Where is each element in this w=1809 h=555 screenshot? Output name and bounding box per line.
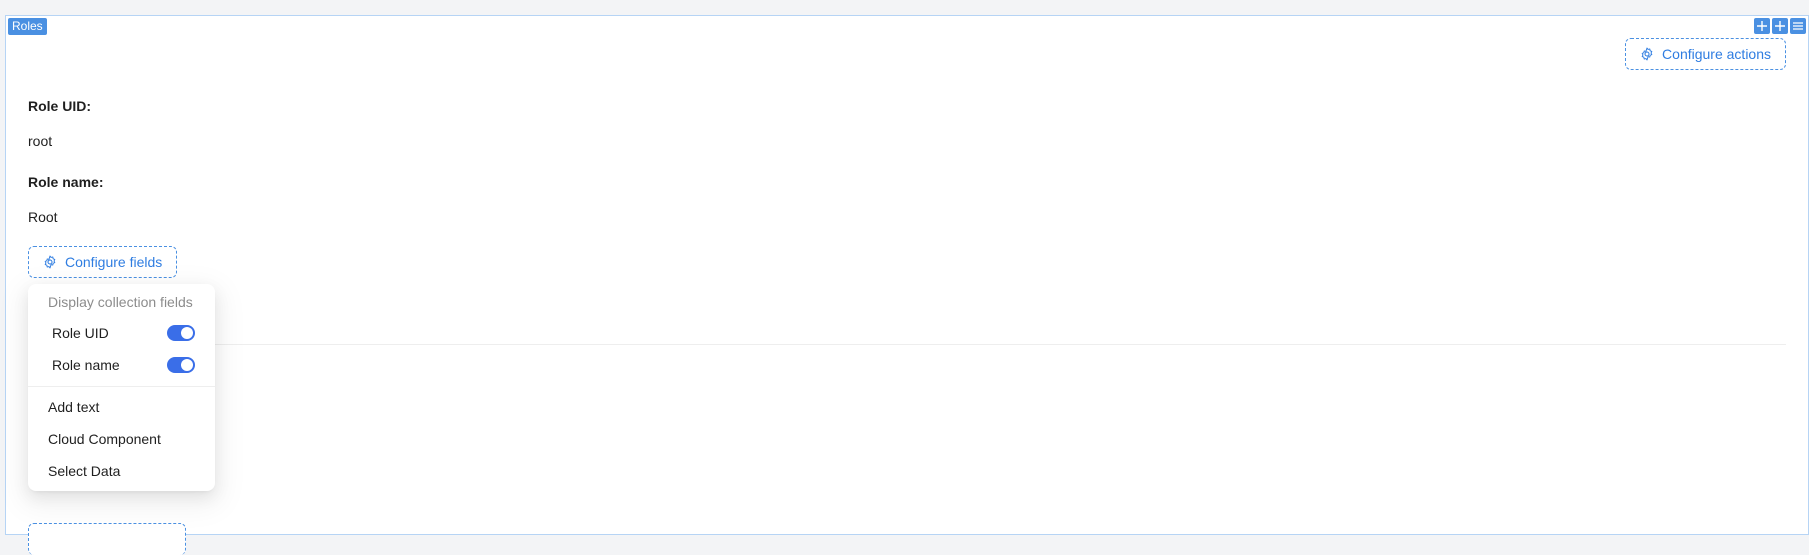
roles-block: Roles Configure actions Role UID: root R… xyxy=(5,15,1809,555)
menu-item-cloud-component[interactable]: Cloud Component xyxy=(28,425,215,453)
configure-actions-label: Configure actions xyxy=(1662,46,1771,62)
field-label-role-uid: Role UID: xyxy=(28,98,92,114)
configure-button-partial[interactable] xyxy=(28,523,186,555)
drag-icon[interactable] xyxy=(1754,18,1770,34)
menu-toggle-label: Role UID xyxy=(52,325,109,341)
section-divider xyxy=(28,344,1786,345)
toggle-switch[interactable] xyxy=(167,325,195,341)
menu-item-select-data[interactable]: Select Data xyxy=(28,457,215,485)
configure-fields-label: Configure fields xyxy=(65,254,163,270)
menu-group-title: Display collection fields xyxy=(48,294,193,310)
menu-icon[interactable] xyxy=(1790,18,1806,34)
field-label-role-name: Role name: xyxy=(28,174,104,190)
menu-toggle-label: Role name xyxy=(52,357,120,373)
gear-icon xyxy=(44,255,56,269)
configure-fields-dropdown: Display collection fields Role UID Role … xyxy=(28,284,215,491)
gear-icon xyxy=(1641,47,1653,61)
menu-toggle-role-name[interactable]: Role name xyxy=(28,351,215,379)
toggle-switch[interactable] xyxy=(167,357,195,373)
add-icon[interactable] xyxy=(1772,18,1788,34)
configure-actions-button[interactable]: Configure actions xyxy=(1625,38,1786,70)
field-value-role-name: Root xyxy=(28,209,58,225)
field-value-role-uid: root xyxy=(28,133,53,149)
menu-separator xyxy=(28,386,215,387)
menu-item-add-text[interactable]: Add text xyxy=(28,393,215,421)
block-toolbar xyxy=(1754,18,1806,34)
configure-fields-button[interactable]: Configure fields xyxy=(28,246,178,278)
menu-toggle-role-uid[interactable]: Role UID xyxy=(28,319,215,347)
block-title-badge: Roles xyxy=(8,18,47,35)
